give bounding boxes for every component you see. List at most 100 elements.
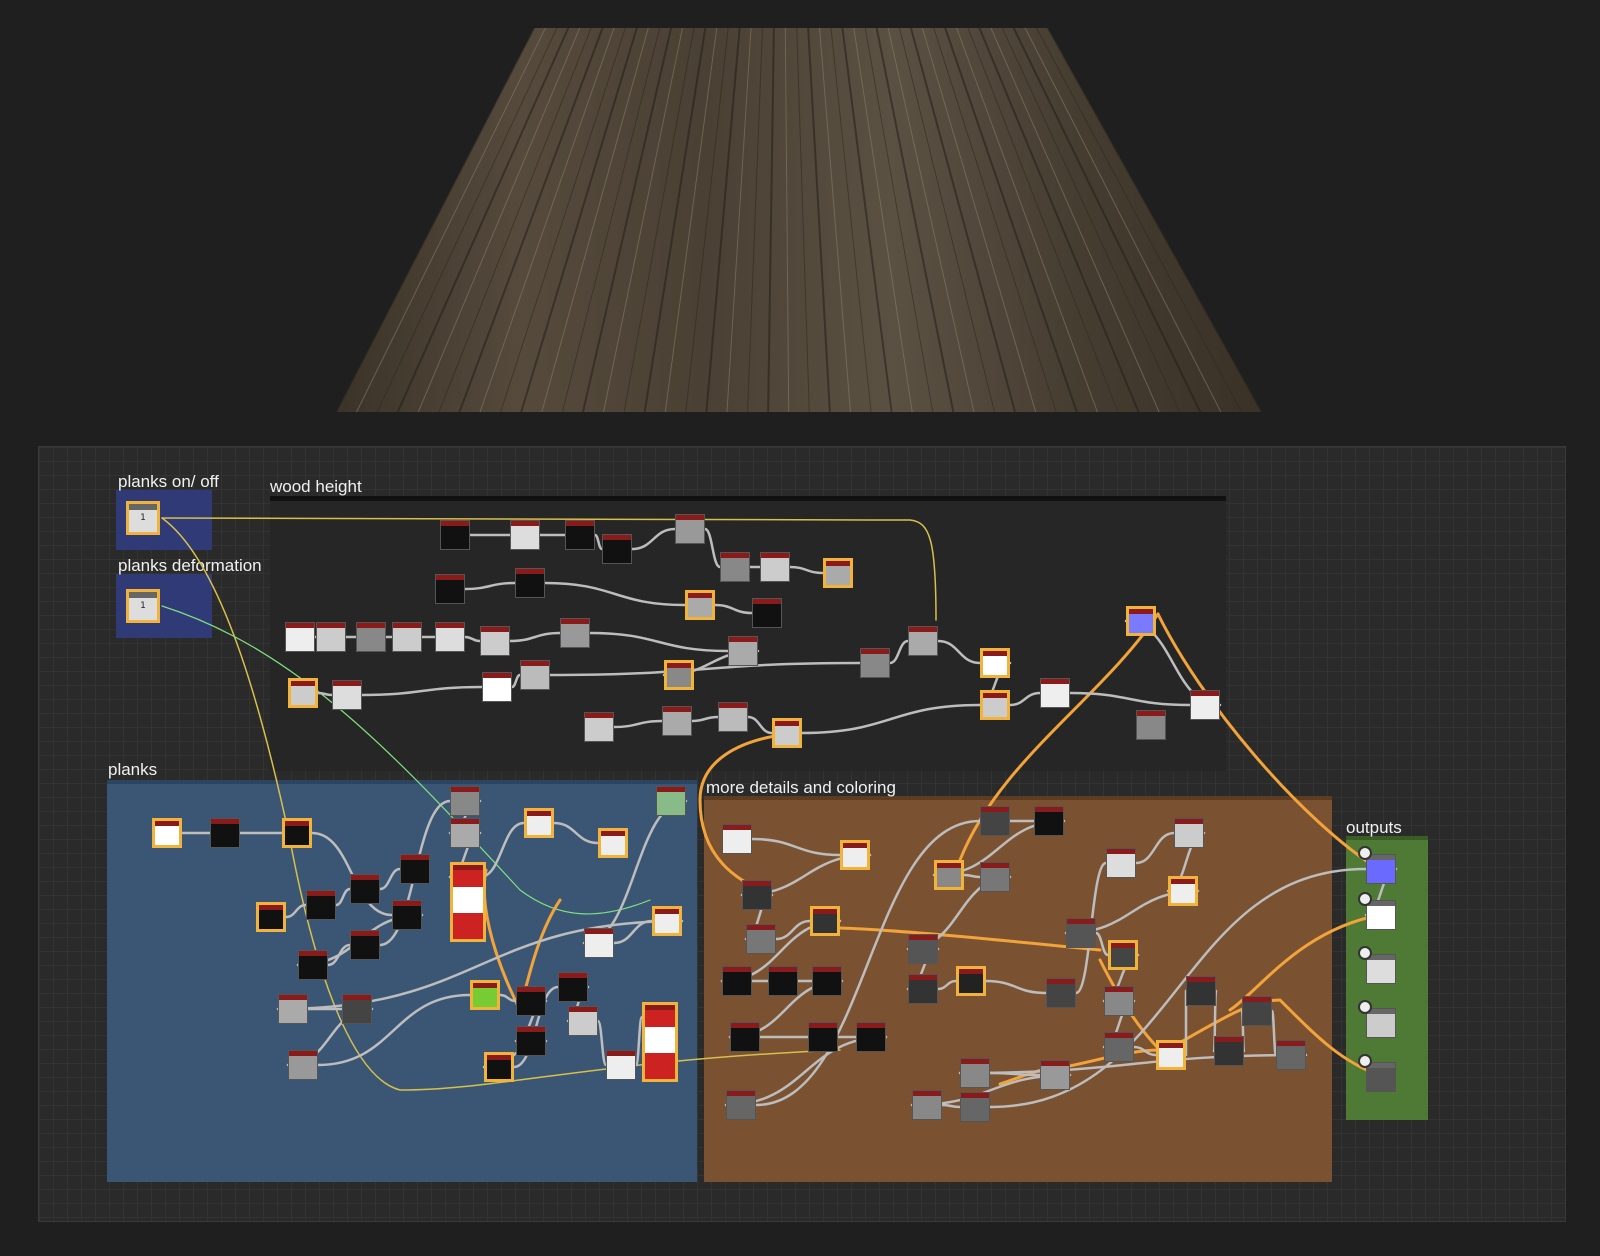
output-pin-icon[interactable]	[1358, 846, 1372, 860]
graph-node[interactable]	[980, 648, 1010, 678]
graph-node[interactable]	[1104, 986, 1134, 1016]
graph-node[interactable]	[1174, 818, 1204, 848]
graph-node[interactable]	[1366, 1062, 1396, 1092]
graph-node[interactable]	[524, 808, 554, 838]
graph-node[interactable]	[210, 818, 240, 848]
graph-node[interactable]	[675, 514, 705, 544]
graph-node[interactable]	[356, 622, 386, 652]
graph-node[interactable]	[908, 934, 938, 964]
graph-node[interactable]	[1242, 996, 1272, 1026]
graph-node[interactable]	[565, 520, 595, 550]
graph-node[interactable]	[332, 680, 362, 710]
graph-node[interactable]	[912, 1090, 942, 1120]
graph-node[interactable]	[1046, 978, 1076, 1008]
graph-node[interactable]	[282, 818, 312, 848]
graph-node[interactable]	[584, 928, 614, 958]
graph-node[interactable]	[656, 786, 686, 816]
graph-node[interactable]	[1108, 940, 1138, 970]
graph-node[interactable]	[288, 678, 318, 708]
graph-node[interactable]	[288, 1050, 318, 1080]
graph-node[interactable]	[908, 974, 938, 1004]
graph-node[interactable]	[722, 824, 752, 854]
graph-node[interactable]	[718, 702, 748, 732]
graph-node[interactable]	[350, 874, 380, 904]
graph-node[interactable]	[823, 558, 853, 588]
graph-node[interactable]	[840, 840, 870, 870]
graph-node[interactable]	[808, 1022, 838, 1052]
graph-node[interactable]	[482, 672, 512, 702]
graph-node[interactable]	[726, 1090, 756, 1120]
graph-node[interactable]	[772, 718, 802, 748]
graph-node[interactable]	[516, 1026, 546, 1056]
graph-node[interactable]	[520, 660, 550, 690]
graph-node[interactable]	[1040, 1060, 1070, 1090]
graph-node[interactable]	[980, 862, 1010, 892]
graph-node[interactable]	[598, 828, 628, 858]
graph-node[interactable]	[450, 818, 480, 848]
graph-node[interactable]	[812, 966, 842, 996]
graph-node[interactable]	[730, 1022, 760, 1052]
graph-node[interactable]	[1040, 678, 1070, 708]
graph-node[interactable]	[560, 618, 590, 648]
graph-node[interactable]	[752, 598, 782, 628]
graph-node[interactable]	[720, 552, 750, 582]
graph-node[interactable]	[722, 966, 752, 996]
graph-node[interactable]	[510, 520, 540, 550]
graph-node[interactable]	[584, 712, 614, 742]
graph-node[interactable]	[515, 568, 545, 598]
graph-node[interactable]	[1034, 806, 1064, 836]
graph-node[interactable]	[1186, 976, 1216, 1006]
output-pin-icon[interactable]	[1358, 1000, 1372, 1014]
graph-node[interactable]	[1168, 876, 1198, 906]
graph-node[interactable]	[1156, 1040, 1186, 1070]
graph-node[interactable]	[440, 520, 470, 550]
graph-node[interactable]	[980, 690, 1010, 720]
output-pin-icon[interactable]	[1358, 946, 1372, 960]
graph-node[interactable]	[450, 786, 480, 816]
graph-node[interactable]	[278, 994, 308, 1024]
graph-node[interactable]	[1126, 606, 1156, 636]
graph-node[interactable]	[760, 552, 790, 582]
graph-node[interactable]	[960, 1092, 990, 1122]
param-node-planks-deformation[interactable]: 1	[126, 589, 160, 623]
graph-node[interactable]	[1066, 918, 1096, 948]
graph-node[interactable]	[350, 930, 380, 960]
graph-node[interactable]	[435, 574, 465, 604]
graph-node[interactable]	[742, 880, 772, 910]
graph-node[interactable]	[316, 622, 346, 652]
graph-node[interactable]	[256, 902, 286, 932]
graph-node[interactable]	[285, 622, 315, 652]
graph-node[interactable]	[1106, 848, 1136, 878]
graph-node[interactable]	[306, 890, 336, 920]
graph-node[interactable]	[746, 924, 776, 954]
graph-node[interactable]	[450, 862, 486, 942]
graph-node[interactable]	[728, 636, 758, 666]
graph-node[interactable]	[1366, 854, 1396, 884]
graph-node[interactable]	[1104, 1032, 1134, 1062]
graph-node[interactable]	[1366, 900, 1396, 930]
graph-node[interactable]	[810, 906, 840, 936]
graph-node[interactable]	[480, 626, 510, 656]
graph-node[interactable]	[558, 972, 588, 1002]
graph-node[interactable]	[980, 806, 1010, 836]
graph-node[interactable]	[1190, 690, 1220, 720]
graph-node[interactable]	[1214, 1036, 1244, 1066]
graph-node[interactable]	[856, 1022, 886, 1052]
graph-node[interactable]	[956, 966, 986, 996]
graph-node[interactable]	[342, 994, 372, 1024]
graph-node[interactable]	[908, 626, 938, 656]
graph-node[interactable]	[435, 622, 465, 652]
graph-node[interactable]	[1366, 954, 1396, 984]
graph-node[interactable]	[298, 950, 328, 980]
graph-node[interactable]	[392, 622, 422, 652]
output-pin-icon[interactable]	[1358, 892, 1372, 906]
graph-node[interactable]	[642, 1002, 678, 1082]
graph-node[interactable]	[860, 648, 890, 678]
graph-node[interactable]	[516, 986, 546, 1016]
graph-node[interactable]	[934, 860, 964, 890]
graph-node[interactable]	[685, 590, 715, 620]
output-pin-icon[interactable]	[1358, 1054, 1372, 1068]
graph-node[interactable]	[400, 854, 430, 884]
graph-node[interactable]	[470, 980, 500, 1010]
param-node-planks-on-off[interactable]: 1	[126, 501, 160, 535]
